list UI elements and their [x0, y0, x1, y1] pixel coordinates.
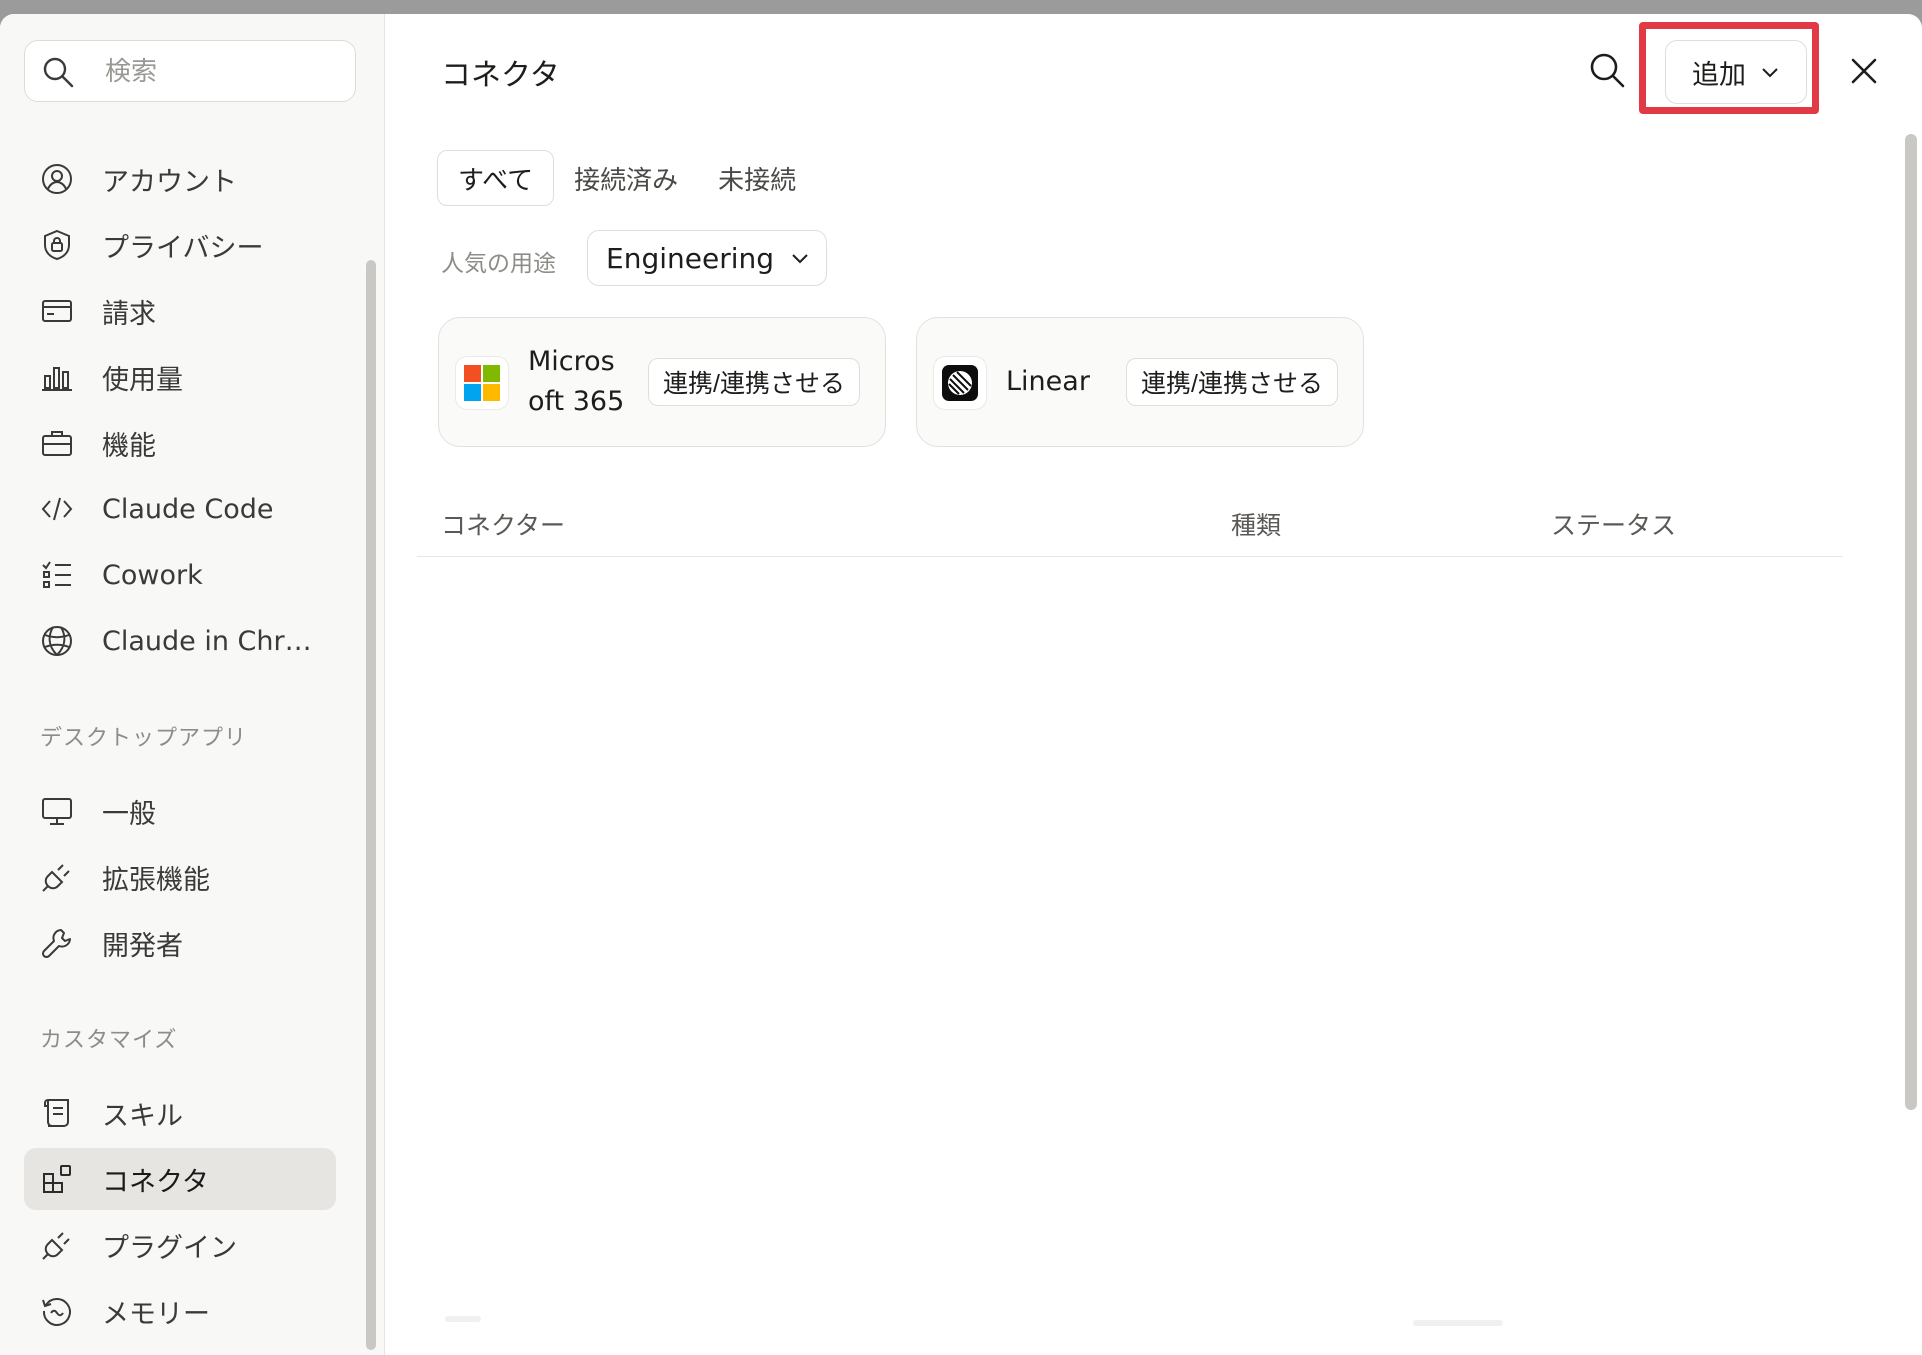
connector-table-header: コネクター 種類 ステータス	[417, 492, 1843, 557]
shield-lock-icon	[44, 229, 70, 261]
column-header-connector: コネクター	[441, 511, 566, 540]
sidebar-item-label: コネクタ	[102, 1166, 209, 1198]
sidebar-item-label: 一般	[102, 798, 156, 830]
briefcase-icon	[42, 431, 72, 456]
sidebar-item-label: アカウント	[102, 166, 237, 198]
sidebar-item-cowork[interactable]: Cowork	[24, 544, 336, 606]
tab-not-connected[interactable]: 未接続	[698, 151, 816, 205]
search-icon[interactable]	[1587, 50, 1627, 90]
sidebar-item-label: 請求	[102, 298, 156, 330]
sidebar-item-billing[interactable]: 請求	[24, 280, 336, 342]
column-header-type: 種類	[1231, 511, 1282, 540]
sidebar-item-label: メモリー	[102, 1298, 210, 1330]
sidebar-item-developer[interactable]: 開発者	[24, 912, 336, 974]
blocks-icon	[43, 1165, 71, 1193]
user-circle-icon	[42, 164, 72, 194]
connect-button[interactable]: 連携/連携させる	[1126, 358, 1338, 406]
sidebar-item-label: プラグイン	[102, 1232, 237, 1264]
search-input[interactable]	[103, 51, 337, 93]
add-button[interactable]: 追加	[1665, 40, 1807, 104]
sidebar-item-connectors[interactable]: コネクタ	[24, 1148, 336, 1210]
sidebar-item-label: 拡張機能	[102, 864, 210, 896]
sidebar-item-label: Cowork	[102, 559, 203, 591]
filter-tabs: すべて 接続済み 未接続	[437, 150, 816, 206]
scroll-icon	[44, 1099, 69, 1127]
sidebar-item-label: 使用量	[102, 364, 183, 396]
connector-card-microsoft-365: Micros oft 365 連携/連携させる	[438, 317, 886, 447]
main-scrollbar[interactable]	[1905, 134, 1917, 1110]
popular-use-select[interactable]: Engineering	[587, 230, 827, 286]
connector-card-linear: Linear 連携/連携させる	[916, 317, 1364, 447]
popular-use-value: Engineering	[606, 241, 774, 275]
close-icon[interactable]	[1847, 54, 1881, 88]
sidebar-item-claude-in-chrome[interactable]: Claude in Chr…	[24, 610, 336, 672]
connect-button[interactable]: 連携/連携させる	[648, 358, 860, 406]
plug-icon	[42, 1232, 70, 1260]
sidebar-item-label: スキル	[102, 1100, 183, 1132]
history-icon	[42, 1298, 71, 1326]
credit-card-icon	[42, 300, 72, 322]
sidebar-item-memory[interactable]: メモリー	[24, 1280, 336, 1342]
monitor-icon	[42, 798, 72, 825]
sidebar-item-features[interactable]: 機能	[24, 412, 336, 474]
code-icon	[41, 497, 73, 521]
wrench-icon	[41, 929, 71, 959]
search-icon	[43, 57, 74, 88]
plug-icon	[42, 864, 70, 892]
loading-placeholder	[1413, 1320, 1503, 1326]
section-title-desktop: デスクトップアプリ	[40, 726, 248, 751]
section-title-customize: カスタマイズ	[40, 1028, 178, 1053]
connector-name: Micros oft 365	[528, 346, 625, 417]
sidebar-item-label: Claude in Chr…	[102, 625, 312, 657]
tab-all[interactable]: すべて	[437, 150, 555, 206]
add-button-label: 追加	[1692, 59, 1746, 91]
loading-placeholder	[445, 1316, 481, 1322]
sidebar-search[interactable]	[24, 40, 356, 102]
settings-window: アカウント プライバシー 請求 使用量 機能 Claude Code Cowor…	[0, 14, 1922, 1355]
sidebar-item-skills[interactable]: スキル	[24, 1082, 336, 1144]
checklist-icon	[42, 561, 71, 588]
sidebar-item-general[interactable]: 一般	[24, 780, 336, 842]
sidebar-item-label: Claude Code	[102, 493, 274, 525]
sidebar-scrollbar[interactable]	[366, 260, 376, 1350]
microsoft-icon	[455, 356, 509, 410]
popular-use-label: 人気の用途	[441, 251, 556, 277]
sidebar-item-label: プライバシー	[102, 232, 264, 264]
sidebar-item-claude-code[interactable]: Claude Code	[24, 478, 336, 540]
chevron-down-icon	[792, 254, 808, 264]
sidebar-item-label: 開発者	[102, 930, 183, 962]
sidebar-item-extensions[interactable]: 拡張機能	[24, 846, 336, 908]
globe-icon	[42, 626, 72, 656]
linear-icon	[933, 356, 987, 410]
chevron-down-icon	[1762, 68, 1778, 78]
sidebar-item-plugins[interactable]: プラグイン	[24, 1214, 336, 1276]
main-panel: コネクタ 追加 すべて 接続済み 未接続 人気の用途 Engineering M…	[385, 14, 1922, 1355]
page-title: コネクタ	[441, 58, 560, 93]
bar-chart-icon	[42, 367, 72, 391]
connector-name: Linear	[1006, 366, 1090, 397]
sidebar-item-privacy[interactable]: プライバシー	[24, 214, 336, 276]
sidebar-item-usage[interactable]: 使用量	[24, 346, 336, 408]
sidebar: アカウント プライバシー 請求 使用量 機能 Claude Code Cowor…	[0, 14, 385, 1355]
column-header-status: ステータス	[1551, 511, 1677, 540]
sidebar-item-label: 機能	[102, 430, 156, 462]
sidebar-item-account[interactable]: アカウント	[24, 148, 336, 210]
tab-connected[interactable]: 接続済み	[554, 151, 698, 205]
